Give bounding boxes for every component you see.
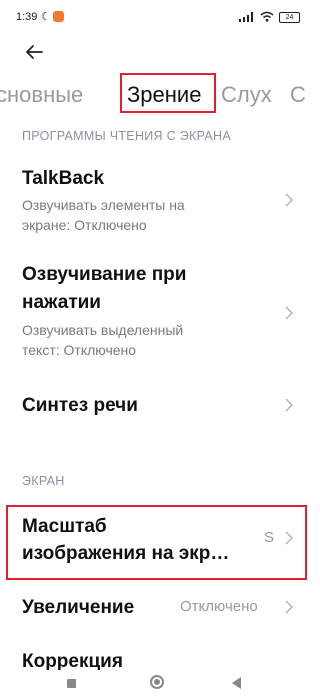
tab-next[interactable]: С xyxy=(290,82,306,108)
talkback-title: TalkBack xyxy=(22,168,105,189)
signal-icon xyxy=(239,12,253,22)
recent-apps-button[interactable] xyxy=(67,679,76,688)
wifi-icon xyxy=(260,11,274,22)
talkback-subtitle-line1: Озвучивать элементы на xyxy=(22,197,185,213)
select-to-speak-item[interactable]: Озвучивание при нажатии Озвучивать выдел… xyxy=(0,258,315,366)
text-to-speech-title: Синтез речи xyxy=(22,395,138,416)
app-notification-icon xyxy=(53,11,64,22)
vision-tab-highlight xyxy=(120,73,216,113)
chevron-right-icon xyxy=(285,306,293,320)
chevron-right-icon xyxy=(285,600,293,614)
chevron-right-icon xyxy=(285,193,293,207)
nav-back-button[interactable] xyxy=(232,677,241,689)
magnification-item[interactable]: Увеличение Отключено xyxy=(0,585,315,631)
chevron-right-icon xyxy=(285,398,293,412)
section-header-screen-reader: ПРОГРАММЫ ЧТЕНИЯ С ЭКРАНА xyxy=(22,129,232,143)
color-correction-title: Коррекция xyxy=(22,651,123,670)
color-correction-item[interactable]: Коррекция xyxy=(0,648,315,670)
status-bar: 1:39 ☾ 24 xyxy=(0,0,315,36)
magnification-value: Отключено xyxy=(180,598,258,615)
moon-icon: ☾ xyxy=(41,11,51,23)
select-to-speak-title-line1: Озвучивание при xyxy=(22,264,187,285)
text-to-speech-item[interactable]: Синтез речи xyxy=(0,383,315,429)
tab-hearing[interactable]: Слух xyxy=(221,82,272,108)
section-header-screen: ЭКРАН xyxy=(22,474,65,488)
display-scale-highlight xyxy=(6,505,307,580)
talkback-item[interactable]: TalkBack Озвучивать элементы на экране: … xyxy=(0,160,315,242)
select-to-speak-subtitle-line1: Озвучивать выделенный xyxy=(22,322,184,338)
select-to-speak-subtitle-line2: текст: Отключено xyxy=(22,342,137,358)
status-time: 1:39 xyxy=(16,11,38,23)
talkback-subtitle-line2: экране: Отключено xyxy=(22,217,147,233)
select-to-speak-title-line2: нажатии xyxy=(22,292,101,313)
home-dot-icon xyxy=(154,679,160,685)
back-arrow-icon[interactable] xyxy=(22,40,46,64)
battery-icon: 24 xyxy=(279,12,300,23)
magnification-title: Увеличение xyxy=(22,597,135,618)
tab-basic[interactable]: сновные xyxy=(0,82,83,108)
